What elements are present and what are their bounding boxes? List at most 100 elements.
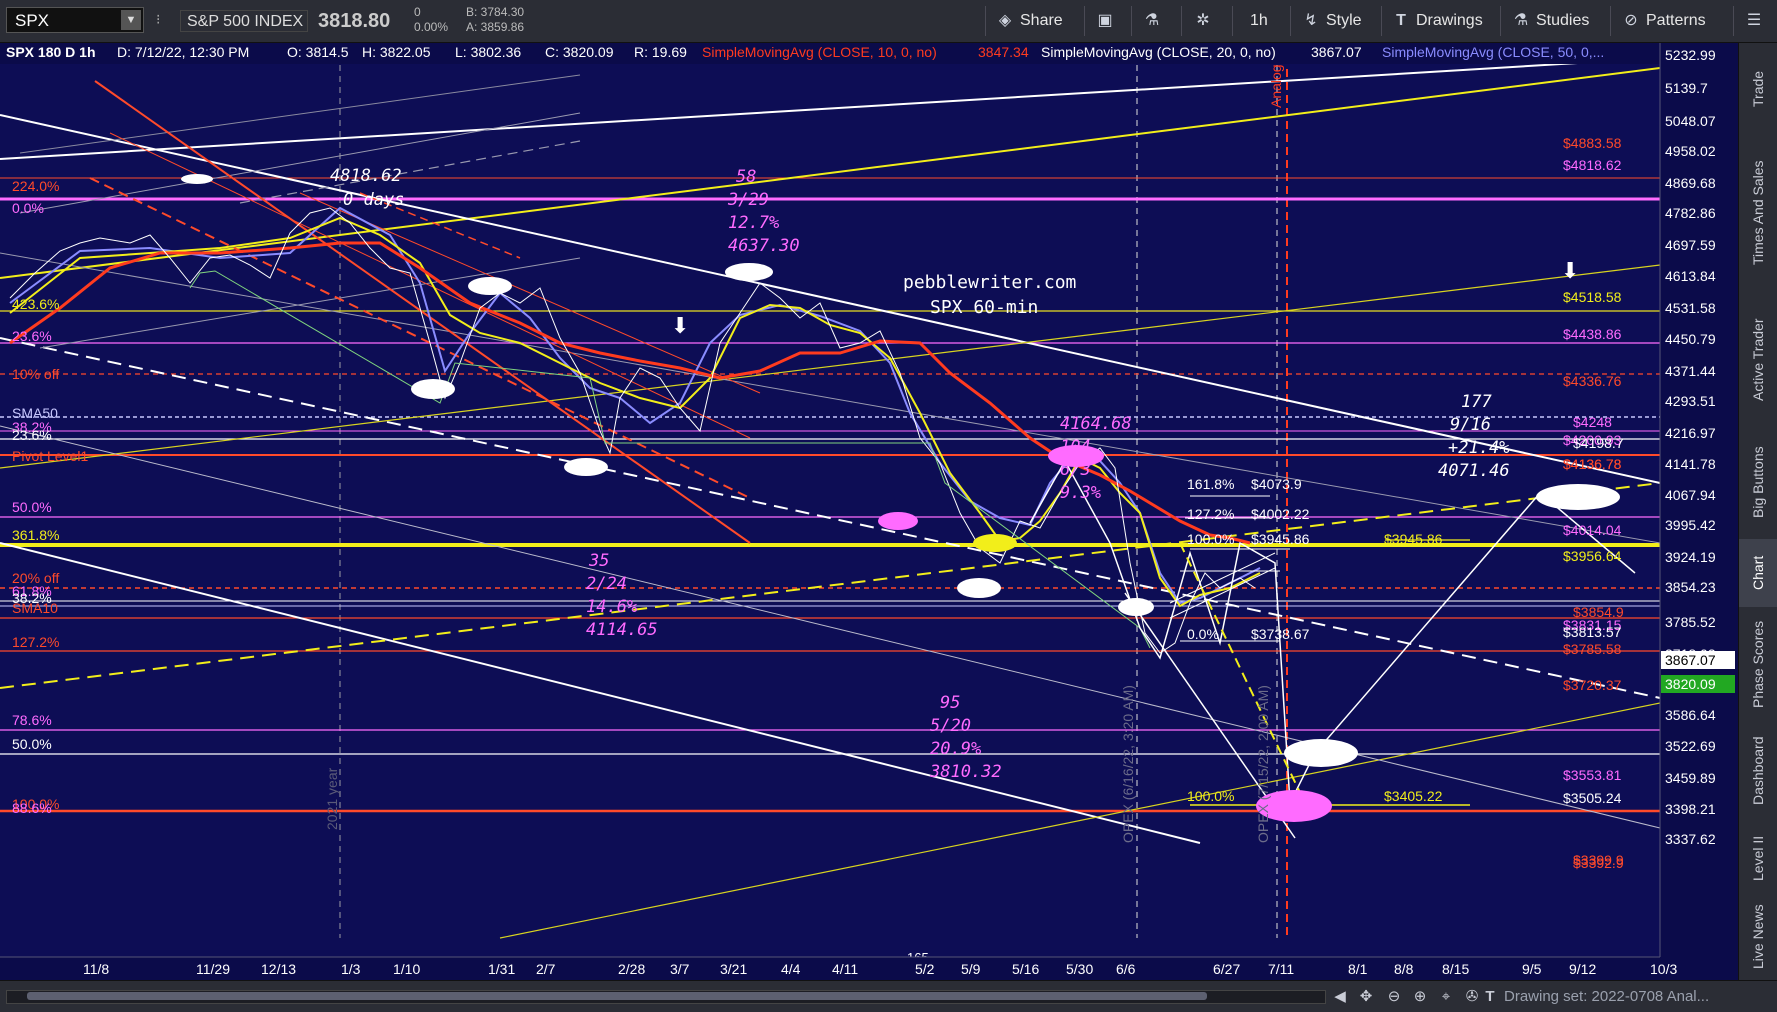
time-axis-label: 11/8 <box>83 961 109 977</box>
cursor-icon[interactable]: ⌖ <box>1436 987 1456 1007</box>
settings-small-icon[interactable]: ✇ <box>1462 987 1482 1007</box>
change-percent: 0.00% <box>414 20 449 34</box>
price-axis-tick: 3995.42 <box>1665 517 1716 533</box>
bottom-toolbar: ◀ ✥ ⊖ ⊕ ⌖ ✇ T Drawing set: 2022-0708 Ana… <box>0 980 1777 1012</box>
legend-sma20-value: 3867.07 <box>1311 44 1362 60</box>
time-axis-label: 6/6 <box>1116 961 1136 977</box>
zoom-in-icon[interactable]: ⊕ <box>1410 987 1430 1007</box>
right-level-label: $4248 <box>1573 414 1612 430</box>
sidebar-tab-dashboard[interactable]: Dashboard <box>1739 721 1777 821</box>
chevron-down-icon[interactable]: ▼ <box>121 10 141 30</box>
right-level-label: $3553.81 <box>1563 767 1622 783</box>
a5-date: 9/16 <box>1450 415 1491 435</box>
right-level-label: $4818.62 <box>1563 157 1622 173</box>
share-button[interactable]: ◈ Share <box>996 8 1063 34</box>
chart-description: SPX 60-min <box>930 297 1038 318</box>
sidebar-tab-trade[interactable]: Trade <box>1739 47 1777 131</box>
price-chart[interactable]: ⬇ ⬇ SPX 180 D 1h D: 7/12/22, 12:30 PM O:… <box>0 43 1737 980</box>
a2-date: 2/24 <box>586 574 627 594</box>
sidebar-tab-times-and-sales[interactable]: Times And Sales <box>1739 133 1777 293</box>
legend-sma20-label: SimpleMovingAvg (CLOSE, 20, 0, no) <box>1041 44 1276 60</box>
right-level-label: $4518.58 <box>1563 289 1622 305</box>
toolbar-divider <box>1232 6 1233 36</box>
studies-lab-button[interactable]: ⚗ <box>1143 8 1167 34</box>
share-label: Share <box>1020 12 1063 29</box>
time-axis-label: 9/5 <box>1522 961 1542 977</box>
a4-date: 5/20 <box>930 716 971 736</box>
left-level-label: 50.0% <box>12 499 52 515</box>
left-level-label: 78.6% <box>12 712 52 728</box>
price-axis-tick: 4141.78 <box>1665 456 1716 472</box>
toolbar-divider <box>1181 6 1182 36</box>
price-axis-tick: 4697.59 <box>1665 237 1716 253</box>
symbol-selector[interactable]: SPX ▼ <box>6 7 144 33</box>
gear-icon: ✲ <box>1196 12 1210 29</box>
studies-button[interactable]: ⚗ Studies <box>1512 8 1590 34</box>
price-axis-tick: 3785.52 <box>1665 614 1716 630</box>
time-axis-label: 2/7 <box>536 961 556 977</box>
a2-price: 4114.65 <box>586 620 658 640</box>
style-icon: ↯ <box>1304 12 1318 29</box>
sidebar-tab-phase-scores[interactable]: Phase Scores <box>1739 609 1777 719</box>
right-sidebar: Trade Times And Sales Active Trader Big … <box>1738 43 1777 980</box>
fib-1618-value: $4073.9 <box>1251 476 1302 492</box>
sidebar-tab-active-trader[interactable]: Active Trader <box>1739 295 1777 425</box>
patterns-icon: ⊘ <box>1624 12 1638 29</box>
time-axis-label: 1/3 <box>341 961 361 977</box>
price-axis-tick: 3924.19 <box>1665 549 1716 565</box>
right-level-label: $4014.04 <box>1563 522 1622 538</box>
drawings-button[interactable]: T Drawings <box>1392 8 1483 34</box>
snapshot-button[interactable]: ▣ <box>1096 8 1120 34</box>
time-scrollbar[interactable] <box>6 990 1326 1004</box>
a3-pct: 9.3% <box>1060 483 1101 503</box>
time-axis-label: 3/7 <box>670 961 690 977</box>
style-button[interactable]: ↯ Style <box>1302 8 1362 34</box>
sidebar-tab-big-buttons[interactable]: Big Buttons <box>1739 427 1777 537</box>
zoom-fit-icon[interactable]: ✥ <box>1356 987 1376 1007</box>
sidebar-tab-live-news[interactable]: Live News <box>1739 895 1777 979</box>
sidebar-tab-chart[interactable]: Chart <box>1739 539 1777 607</box>
zoom-out-icon[interactable]: ⊖ <box>1384 987 1404 1007</box>
price-axis-tick: 4531.58 <box>1665 300 1716 316</box>
time-axis-label: 8/8 <box>1394 961 1414 977</box>
fib-0-label: 0.0% <box>1187 626 1219 642</box>
a4-pct: 20.9% <box>930 739 981 759</box>
price-axis-tick: 4958.02 <box>1665 143 1716 159</box>
bid-ask: B: 3784.30 A: 3859.86 <box>466 5 524 35</box>
left-level-label: 23.6% <box>12 427 52 443</box>
time-axis-label: 7/11 <box>1268 961 1294 977</box>
change-value: 0 <box>414 5 421 19</box>
price-axis-tick: 4371.44 <box>1665 363 1716 379</box>
style-label: Style <box>1326 12 1362 29</box>
right-level-label: $3956.64 <box>1563 548 1622 564</box>
left-level-label: 50.0% <box>12 736 52 752</box>
timeframe-button[interactable]: 1h <box>1250 8 1268 34</box>
legend-high: H: 3822.05 <box>362 44 431 60</box>
menu-button[interactable]: ☰ <box>1745 8 1769 34</box>
toolbar-divider <box>1084 6 1085 36</box>
symbol-value: SPX <box>15 11 50 30</box>
scroll-left-icon[interactable]: ◀ <box>1330 987 1350 1007</box>
left-level-label: 23.6% <box>12 328 52 344</box>
legend-symbol-period: SPX 180 D 1h <box>6 44 96 60</box>
settings-button[interactable]: ✲ <box>1194 8 1218 34</box>
scrollbar-thumb[interactable] <box>27 992 1207 1000</box>
sidebar-tab-level-ii[interactable]: Level II <box>1739 823 1777 893</box>
a3-price: 4164.68 <box>1060 414 1132 434</box>
price-change: 0 0.00% <box>414 5 448 35</box>
a5-days: 177 <box>1461 392 1492 412</box>
price-axis-tick: 3337.62 <box>1665 831 1716 847</box>
time-axis-label: 6/27 <box>1213 961 1240 977</box>
patterns-button[interactable]: ⊘ Patterns <box>1622 8 1705 34</box>
left-level-label: 10% off <box>12 366 59 382</box>
toolbar-divider <box>1131 6 1132 36</box>
a3-date: 6/3 <box>1060 460 1091 480</box>
studies-icon: ⚗ <box>1513 12 1529 29</box>
link-icon[interactable]: ⁝ <box>156 11 166 31</box>
left-level-label: 361.8% <box>12 527 59 543</box>
drawing-set-label[interactable]: Drawing set: 2022-0708 Anal... <box>1504 987 1709 1007</box>
legend-date: D: 7/12/22, 12:30 PM <box>117 44 249 60</box>
share-icon: ◈ <box>998 12 1012 29</box>
time-axis-label: 11/29 <box>196 961 230 977</box>
svg-text:⬇: ⬇ <box>1561 259 1579 284</box>
